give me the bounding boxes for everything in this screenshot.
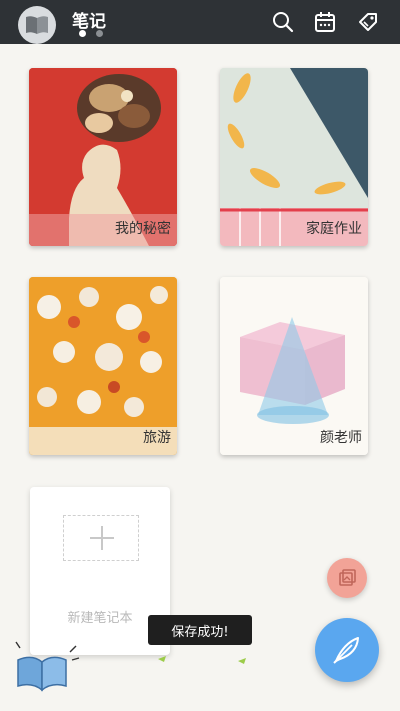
sparkle-icon [158, 656, 166, 662]
notebook-card[interactable]: 我的秘密 [29, 68, 177, 246]
notebook-label: 家庭作业 [306, 221, 362, 237]
add-placeholder [63, 515, 139, 561]
notebook-card[interactable]: 旅游 [29, 277, 177, 455]
calendar-icon[interactable] [312, 9, 338, 35]
plus-icon [101, 526, 103, 550]
toast-message: 保存成功! [148, 615, 252, 645]
search-icon[interactable] [270, 9, 296, 35]
photo-note-button[interactable] [327, 558, 367, 598]
notebook-label: 我的秘密 [115, 221, 171, 237]
feather-pen-icon [333, 637, 359, 664]
avatar[interactable] [18, 6, 56, 44]
notebook-card[interactable]: 颜老师 [220, 277, 368, 455]
notebook-card[interactable]: 家庭作业 [220, 68, 368, 246]
book-icon [26, 16, 48, 34]
open-book-mascot-icon [15, 641, 80, 692]
new-note-button[interactable] [315, 618, 379, 682]
page-dot-inactive [96, 30, 103, 37]
picture-icon [339, 569, 356, 586]
notebook-label: 旅游 [143, 430, 171, 446]
page-dot-active [79, 30, 86, 37]
sparkle-icon [238, 658, 246, 664]
page-title: 笔记 [72, 12, 106, 32]
notebook-label: 颜老师 [320, 430, 362, 446]
top-bar: 笔记 [0, 0, 400, 44]
tag-icon[interactable] [355, 9, 381, 35]
